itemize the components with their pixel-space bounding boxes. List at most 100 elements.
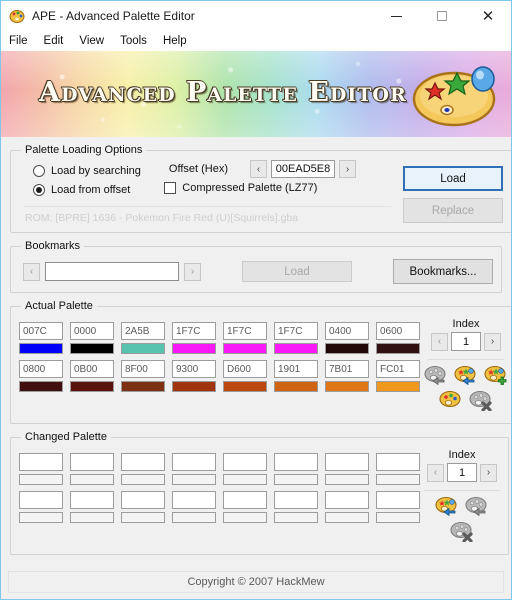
actual_palette-hex-input[interactable]: 0800 — [19, 360, 63, 378]
actual_palette-hex-input[interactable]: 1F7C — [274, 322, 318, 340]
changed_palette-hex-input[interactable] — [19, 491, 63, 509]
actual_palette-color-swatch[interactable] — [70, 343, 114, 354]
actual_palette-color-swatch[interactable] — [172, 343, 216, 354]
changed-index-prev-button[interactable]: ‹ — [427, 463, 444, 482]
changed_palette-color-swatch[interactable] — [223, 512, 267, 523]
actual_palette-color-swatch[interactable] — [274, 343, 318, 354]
changed_palette-hex-input[interactable] — [70, 453, 114, 471]
changed_palette-color-swatch[interactable] — [121, 474, 165, 485]
bookmark-prev-button[interactable]: ‹ — [23, 262, 40, 281]
changed_palette-color-swatch[interactable] — [121, 512, 165, 523]
actual-index-next-button[interactable]: › — [484, 332, 501, 351]
bookmark-load-button[interactable]: Load — [242, 261, 352, 282]
changed_palette-color-swatch[interactable] — [223, 474, 267, 485]
palette-edit-icon[interactable] — [439, 390, 463, 411]
changed_palette-color-swatch[interactable] — [19, 474, 63, 485]
changed_palette-hex-input[interactable] — [223, 491, 267, 509]
palette-cell: 0B00 — [70, 360, 114, 392]
actual_palette-color-swatch[interactable] — [223, 381, 267, 392]
changed_palette-hex-input[interactable] — [172, 491, 216, 509]
load-button[interactable]: Load — [403, 166, 503, 191]
offset-input[interactable]: 00EAD5E8 — [271, 160, 335, 178]
menu-item-help[interactable]: Help — [163, 33, 196, 49]
actual-index-prev-button[interactable]: ‹ — [431, 332, 448, 351]
changed_palette-color-swatch[interactable] — [274, 474, 318, 485]
menu-item-view[interactable]: View — [79, 33, 113, 49]
close-button[interactable]: ✕ — [465, 1, 511, 31]
actual_palette-hex-input[interactable]: 8F00 — [121, 360, 165, 378]
palette-add-icon[interactable] — [484, 365, 508, 386]
actual-index-input[interactable]: 1 — [451, 332, 481, 351]
changed_palette-hex-input[interactable] — [19, 453, 63, 471]
changed_palette-color-swatch[interactable] — [70, 474, 114, 485]
actual_palette-color-swatch[interactable] — [70, 381, 114, 392]
changed_palette-hex-input[interactable] — [376, 453, 420, 471]
menu-item-tools[interactable]: Tools — [120, 33, 156, 49]
minimize-button[interactable] — [373, 1, 419, 31]
offset-prev-button[interactable]: ‹ — [250, 160, 267, 178]
actual_palette-hex-input[interactable]: 0600 — [376, 322, 420, 340]
changed-index-next-button[interactable]: › — [480, 463, 497, 482]
changed_palette-hex-input[interactable] — [325, 491, 369, 509]
changed_palette-color-swatch[interactable] — [376, 512, 420, 523]
actual_palette-hex-input[interactable]: 7B01 — [325, 360, 369, 378]
compressed-checkbox-row[interactable]: Compressed Palette (LZ77) — [164, 182, 317, 194]
radio-load-from-offset[interactable]: Load from offset — [33, 184, 130, 196]
actual_palette-color-swatch[interactable] — [325, 343, 369, 354]
actual_palette-color-swatch[interactable] — [376, 381, 420, 392]
changed_palette-hex-input[interactable] — [274, 453, 318, 471]
palette-cell: 1F7C — [223, 322, 267, 354]
changed_palette-hex-input[interactable] — [376, 491, 420, 509]
palette-apply-icon[interactable] — [435, 496, 459, 517]
actual_palette-hex-input[interactable]: 0000 — [70, 322, 114, 340]
actual_palette-hex-input[interactable]: 0400 — [325, 322, 369, 340]
changed_palette-color-swatch[interactable] — [172, 512, 216, 523]
actual_palette-color-swatch[interactable] — [376, 343, 420, 354]
actual_palette-color-swatch[interactable] — [121, 343, 165, 354]
changed_palette-color-swatch[interactable] — [376, 474, 420, 485]
bookmarks-group: Bookmarks ‹ › Load Bookmarks... — [10, 240, 502, 293]
palette-apply-icon[interactable] — [454, 365, 478, 386]
actual_palette-hex-input[interactable]: 0B00 — [70, 360, 114, 378]
changed_palette-hex-input[interactable] — [70, 491, 114, 509]
replace-button[interactable]: Replace — [403, 198, 503, 223]
actual_palette-color-swatch[interactable] — [223, 343, 267, 354]
changed_palette-hex-input[interactable] — [172, 453, 216, 471]
changed_palette-color-swatch[interactable] — [325, 512, 369, 523]
bookmark-next-button[interactable]: › — [184, 262, 201, 281]
changed_palette-hex-input[interactable] — [325, 453, 369, 471]
bookmarks-open-button[interactable]: Bookmarks... — [393, 259, 493, 284]
menu-item-file[interactable]: File — [9, 33, 37, 49]
actual_palette-hex-input[interactable]: 1F7C — [172, 322, 216, 340]
loading-right-column: Load Replace — [393, 160, 503, 223]
actual_palette-color-swatch[interactable] — [172, 381, 216, 392]
radio-load-by-searching[interactable]: Load by searching — [33, 165, 141, 177]
changed-index-input[interactable]: 1 — [447, 463, 477, 482]
actual_palette-hex-input[interactable]: 9300 — [172, 360, 216, 378]
changed_palette-hex-input[interactable] — [223, 453, 267, 471]
changed_palette-hex-input[interactable] — [121, 453, 165, 471]
changed_palette-color-swatch[interactable] — [172, 474, 216, 485]
actual_palette-hex-input[interactable]: 2A5B — [121, 322, 165, 340]
actual_palette-color-swatch[interactable] — [121, 381, 165, 392]
actual_palette-hex-input[interactable]: FC01 — [376, 360, 420, 378]
changed_palette-color-swatch[interactable] — [19, 512, 63, 523]
changed_palette-hex-input[interactable] — [121, 491, 165, 509]
actual_palette-hex-input[interactable]: D600 — [223, 360, 267, 378]
actual_palette-hex-input[interactable]: 1F7C — [223, 322, 267, 340]
actual-palette-icon-row-2 — [439, 390, 493, 412]
actual_palette-color-swatch[interactable] — [325, 381, 369, 392]
maximize-button[interactable] — [419, 1, 465, 31]
bookmark-name-input[interactable] — [45, 262, 179, 281]
actual_palette-color-swatch[interactable] — [274, 381, 318, 392]
changed_palette-hex-input[interactable] — [274, 491, 318, 509]
offset-next-button[interactable]: › — [339, 160, 356, 178]
changed_palette-color-swatch[interactable] — [274, 512, 318, 523]
menu-item-edit[interactable]: Edit — [44, 33, 73, 49]
changed_palette-color-swatch[interactable] — [325, 474, 369, 485]
actual_palette-hex-input[interactable]: 007C — [19, 322, 63, 340]
actual_palette-color-swatch[interactable] — [19, 343, 63, 354]
actual_palette-hex-input[interactable]: 1901 — [274, 360, 318, 378]
changed_palette-color-swatch[interactable] — [70, 512, 114, 523]
actual_palette-color-swatch[interactable] — [19, 381, 63, 392]
